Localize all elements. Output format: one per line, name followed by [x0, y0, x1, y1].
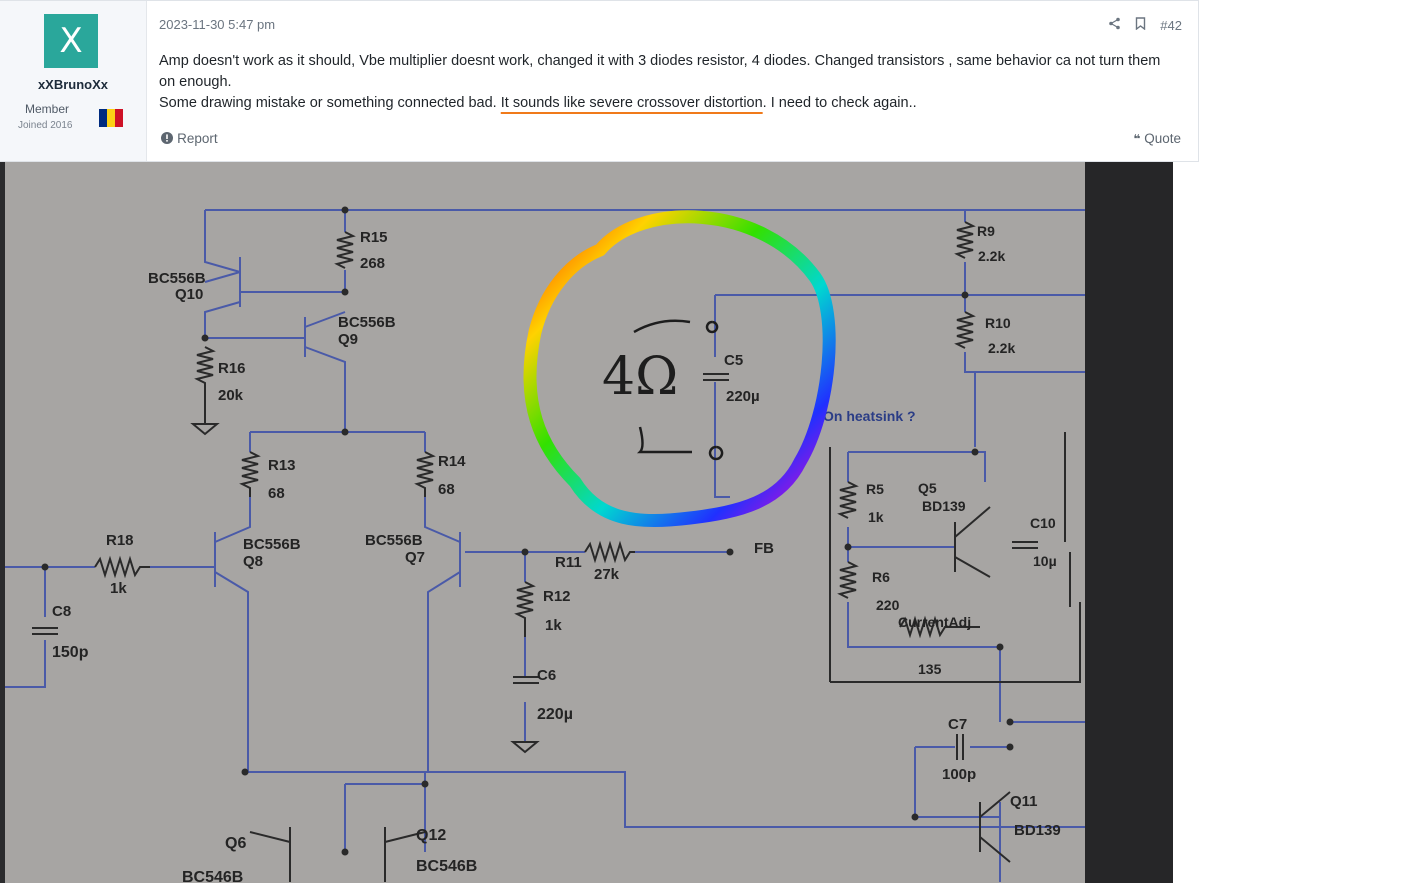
highlighted-text: It sounds like severe crossover distorti…	[500, 95, 763, 111]
fb-label: FB	[754, 540, 774, 557]
q6-label: Q6	[225, 835, 246, 852]
r16-label: R16	[218, 360, 246, 377]
q5-type-label: BD139	[922, 498, 966, 514]
q12-label: Q12	[416, 827, 446, 844]
bookmark-icon[interactable]	[1135, 17, 1146, 34]
q9-label: Q9	[338, 331, 358, 348]
attached-image[interactable]: BC556B Q10 R15 268 BC556B Q9 R16 20k R13…	[0, 162, 1173, 883]
quote-label: Quote	[1144, 131, 1181, 146]
forum-post: X xXBrunoXx Member Joined 2016 2023-11-3…	[0, 0, 1199, 162]
current-adj-label: CurrentAdj	[898, 614, 971, 630]
r14-value: 68	[438, 481, 455, 498]
heatsink-note: On heatsink ?	[823, 408, 916, 424]
user-info-panel: X xXBrunoXx Member Joined 2016	[0, 1, 147, 161]
schematic-drawing: BC556B Q10 R15 268 BC556B Q9 R16 20k R13…	[5, 206, 1085, 883]
quote-icon: ❝	[1133, 132, 1141, 146]
r12-value: 1k	[545, 617, 562, 634]
r6-value: 220	[876, 597, 900, 613]
q10-type-label: BC556B	[148, 270, 206, 287]
q10-label: Q10	[175, 286, 203, 303]
c8-value: 150p	[52, 644, 89, 661]
r11-label: R11	[555, 554, 582, 571]
r14-label: R14	[438, 453, 466, 470]
report-label: Report	[177, 131, 218, 146]
c10-value: 10µ	[1033, 553, 1057, 569]
r9-label: R9	[977, 223, 995, 239]
q5-label: Q5	[918, 480, 937, 496]
q8-type-label: BC556B	[243, 536, 301, 553]
current-adj-value: 135	[918, 661, 942, 677]
r10-value: 2.2k	[988, 340, 1015, 356]
r16-value: 20k	[218, 387, 244, 404]
post-actions: #42	[1108, 17, 1182, 34]
share-icon[interactable]	[1108, 17, 1121, 34]
post-text-line2-start: Some drawing mistake or something connec…	[159, 95, 501, 111]
country-flag-icon	[99, 109, 123, 127]
report-button[interactable]: Report	[161, 131, 218, 147]
r9-value: 2.2k	[978, 248, 1005, 264]
q11-type-label: BD139	[1014, 822, 1061, 839]
r13-label: R13	[268, 457, 296, 474]
q8-label: Q8	[243, 553, 263, 570]
q7-label: Q7	[405, 549, 425, 566]
username[interactable]: xXBrunoXx	[0, 77, 146, 92]
r12-label: R12	[543, 588, 571, 605]
post-text-line1: Amp doesn't work as it should, Vbe multi…	[159, 53, 1161, 90]
c5-label: C5	[724, 352, 743, 369]
post-date[interactable]: 2023-11-30 5:47 pm	[159, 17, 275, 32]
c7-value: 100p	[942, 766, 976, 783]
r11-value: 27k	[594, 566, 620, 583]
quote-button[interactable]: ❝ Quote	[1133, 131, 1181, 146]
rainbow-circle-annotation	[523, 210, 836, 528]
post-number-link[interactable]: #42	[1160, 18, 1182, 33]
avatar[interactable]: X	[44, 14, 98, 68]
alert-icon	[161, 132, 177, 147]
handwritten-load-text: 4Ω	[602, 347, 678, 407]
q9-type-label: BC556B	[338, 314, 396, 331]
c5-value: 220µ	[726, 388, 760, 405]
q6-type-label: BC546B	[182, 869, 243, 883]
q11-label: Q11	[1010, 793, 1038, 810]
r5-label: R5	[866, 481, 884, 497]
post-body: Amp doesn't work as it should, Vbe multi…	[159, 51, 1179, 114]
r5-value: 1k	[868, 509, 884, 525]
c6-value: 220µ	[537, 706, 573, 723]
r18-label: R18	[106, 532, 134, 549]
user-role: Member	[25, 102, 70, 116]
c10-label: C10	[1030, 515, 1056, 531]
q7-type-label: BC556B	[365, 532, 423, 549]
r15-value: 268	[360, 255, 385, 272]
post-text-line2-end: . I need to check again..	[762, 95, 917, 111]
q12-type-label: BC546B	[416, 858, 477, 875]
r15-label: R15	[360, 229, 388, 246]
c7-label: C7	[948, 716, 967, 733]
r10-label: R10	[985, 315, 1011, 331]
junction-dots	[41, 206, 1014, 856]
c8-label: C8	[52, 603, 71, 620]
handwritten-load-annotation: 4Ω	[602, 319, 724, 461]
c6-label: C6	[537, 667, 556, 684]
user-joined: Joined 2016	[18, 120, 73, 131]
r18-value: 1k	[110, 580, 127, 597]
r6-label: R6	[872, 569, 890, 585]
r13-value: 68	[268, 485, 285, 502]
